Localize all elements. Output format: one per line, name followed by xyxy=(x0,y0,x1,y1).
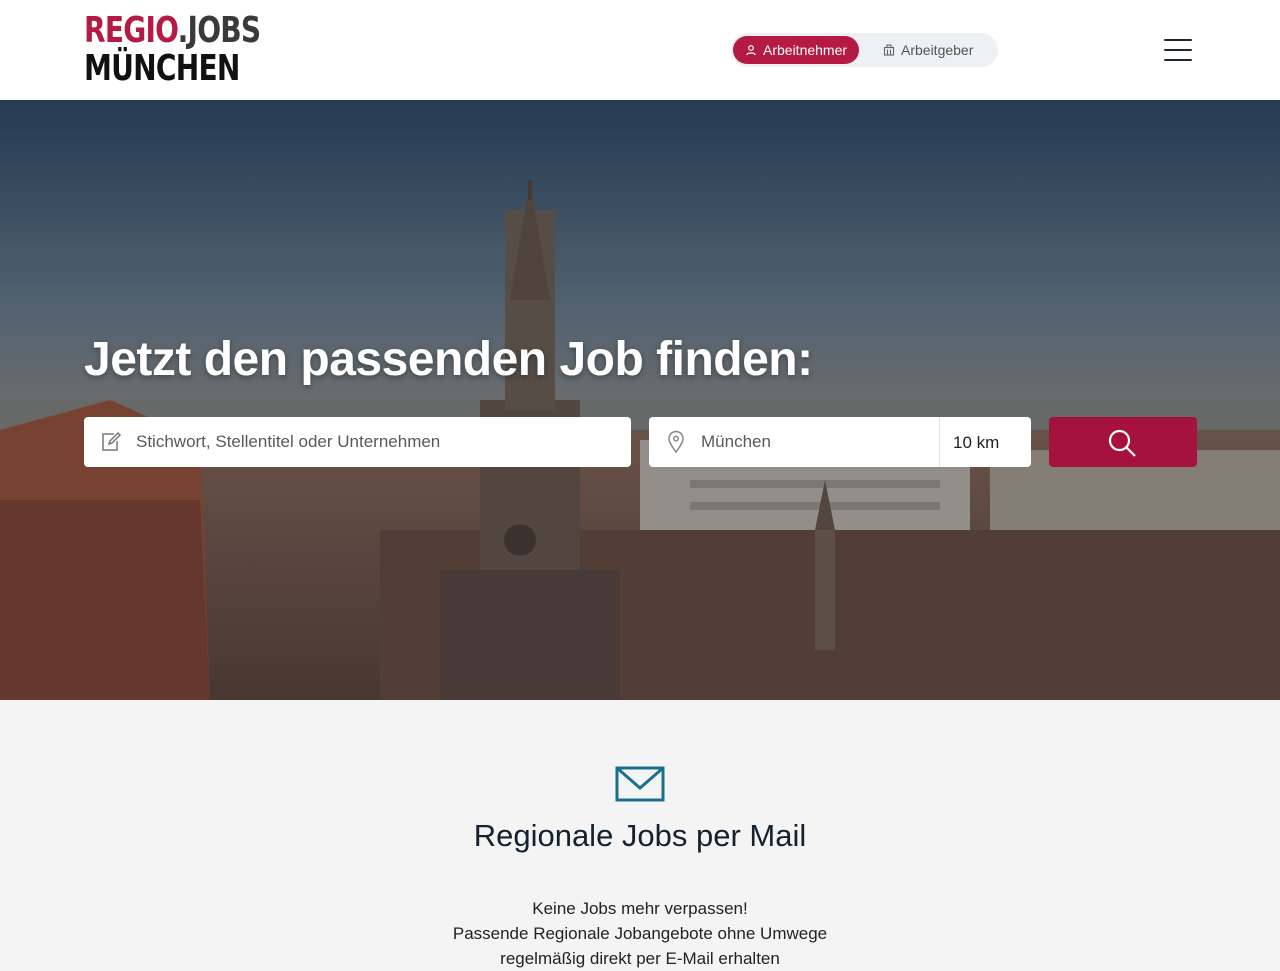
job-mail-section: Regionale Jobs per Mail Keine Jobs mehr … xyxy=(0,700,1280,968)
logo-jobs: .JOBS xyxy=(177,10,261,51)
radius-select[interactable]: 10 km xyxy=(953,417,999,467)
keyword-field[interactable] xyxy=(84,417,631,467)
search-icon xyxy=(1108,429,1136,457)
location-field[interactable]: 10 km xyxy=(649,417,1031,467)
hero-section: Jetzt den passenden Job finden: 10 km xyxy=(0,100,1280,700)
mail-text-line-3: regelmäßig direkt per E-Mail erhalten xyxy=(500,949,780,968)
edit-icon xyxy=(102,431,122,451)
hero-title: Jetzt den passenden Job finden: xyxy=(84,333,813,386)
user-icon xyxy=(746,45,756,56)
keyword-input[interactable] xyxy=(136,417,616,467)
search-button[interactable] xyxy=(1049,417,1197,467)
location-input[interactable] xyxy=(701,417,931,467)
hamburger-icon[interactable] xyxy=(1162,36,1194,64)
mail-text-line-2: Passende Regionale Jobangebote ohne Umwe… xyxy=(452,924,828,943)
employee-toggle-label: Arbeitnehmer xyxy=(763,42,848,58)
mail-section-title: Regionale Jobs per Mail xyxy=(473,818,807,853)
envelope-icon xyxy=(615,766,665,802)
location-divider xyxy=(939,417,940,467)
audience-toggle: Arbeitnehmer Arbeitgeber xyxy=(731,33,998,67)
logo-city: MÜNCHEN xyxy=(84,48,240,89)
hero-overlay xyxy=(0,100,1280,700)
logo[interactable]: REGIO.JOBS MÜNCHEN xyxy=(84,10,261,90)
employee-toggle-button[interactable]: Arbeitnehmer xyxy=(733,36,860,64)
building-icon xyxy=(883,44,895,56)
map-pin-icon xyxy=(668,430,684,454)
employer-toggle-label: Arbeitgeber xyxy=(901,42,974,58)
employer-toggle-button[interactable]: Arbeitgeber xyxy=(871,36,985,64)
site-header: REGIO.JOBS MÜNCHEN Arbeitnehmer Arbeitge… xyxy=(0,0,1280,100)
logo-regio: REGIO xyxy=(84,10,178,51)
mail-text-line-1: Keine Jobs mehr verpassen! xyxy=(532,899,748,918)
